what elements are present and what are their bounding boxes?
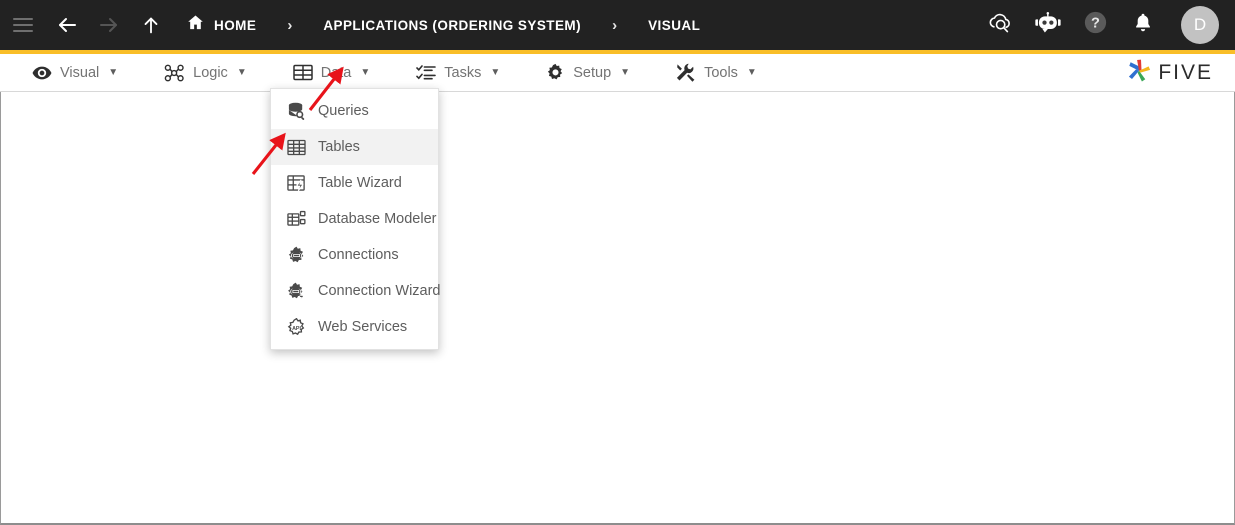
tools-icon xyxy=(676,63,696,82)
connection-gear-icon xyxy=(286,245,307,266)
five-brand-logo: FIVE xyxy=(1124,54,1213,92)
menu-item-web-services-label: Web Services xyxy=(318,319,407,335)
breadcrumb-separator-1: › xyxy=(287,17,292,34)
menu-item-tables-label: Tables xyxy=(318,139,360,155)
menu-data-label: Data xyxy=(321,65,352,81)
database-search-icon xyxy=(286,101,307,122)
chevron-down-icon: ▼ xyxy=(360,67,370,78)
data-dropdown-menu: Queries Tables xyxy=(270,88,439,350)
top-navigation-bar: HOME › APPLICATIONS (ORDERING SYSTEM) › … xyxy=(0,0,1235,50)
menu-visual[interactable]: Visual ▼ xyxy=(18,54,132,92)
menu-logic-label: Logic xyxy=(193,65,228,81)
connection-wizard-icon xyxy=(286,281,307,302)
help-icon: ? xyxy=(1083,10,1108,40)
table-grid-icon xyxy=(293,64,313,81)
menu-logic[interactable]: Logic ▼ xyxy=(150,54,261,92)
hamburger-menu-button[interactable] xyxy=(0,0,46,50)
menu-tasks-label: Tasks xyxy=(444,65,481,81)
menu-item-connection-wizard-label: Connection Wizard xyxy=(318,283,441,299)
menu-item-web-services[interactable]: API Web Services xyxy=(271,309,438,345)
home-icon xyxy=(186,13,205,37)
app-window: HOME › APPLICATIONS (ORDERING SYSTEM) › … xyxy=(0,0,1235,525)
up-button[interactable] xyxy=(130,0,172,50)
chevron-down-icon: ▼ xyxy=(490,67,500,78)
eye-icon xyxy=(32,65,52,81)
menu-item-database-modeler-label: Database Modeler xyxy=(318,211,437,227)
menu-item-table-wizard[interactable]: Table Wizard xyxy=(271,165,438,201)
cloud-search-icon xyxy=(986,10,1013,40)
bell-icon xyxy=(1132,11,1154,39)
menu-item-connections[interactable]: Connections xyxy=(271,237,438,273)
breadcrumb-item-applications[interactable]: APPLICATIONS (ORDERING SYSTEM) xyxy=(323,18,581,33)
five-wordmark: FIVE xyxy=(1158,61,1213,85)
five-pinwheel-icon xyxy=(1124,57,1154,90)
help-button[interactable]: ? xyxy=(1081,11,1109,39)
breadcrumb-item-visual[interactable]: VISUAL xyxy=(648,18,700,33)
menu-item-connections-label: Connections xyxy=(318,247,399,263)
menu-item-connection-wizard[interactable]: Connection Wizard xyxy=(271,273,438,309)
menu-tools[interactable]: Tools ▼ xyxy=(662,54,771,92)
menu-visual-label: Visual xyxy=(60,65,99,81)
breadcrumb: HOME › APPLICATIONS (ORDERING SYSTEM) › … xyxy=(186,0,700,50)
arrow-left-icon xyxy=(55,13,79,37)
application-menu-bar: Visual ▼ Logic ▼ xyxy=(0,54,1235,92)
menu-data[interactable]: Data ▼ xyxy=(279,54,385,92)
table-grid-icon xyxy=(286,137,307,158)
arrow-up-icon xyxy=(140,14,162,36)
gear-icon xyxy=(546,63,565,82)
chevron-down-icon: ▼ xyxy=(747,67,757,78)
breadcrumb-separator-2: › xyxy=(612,17,617,34)
back-button[interactable] xyxy=(46,0,88,50)
api-gear-icon: API xyxy=(286,317,307,338)
arrow-right-icon xyxy=(97,13,121,37)
notifications-button[interactable] xyxy=(1129,11,1157,39)
menu-item-tables[interactable]: Tables xyxy=(271,129,438,165)
menu-setup[interactable]: Setup ▼ xyxy=(532,54,644,92)
main-canvas-area xyxy=(0,92,1235,525)
menu-setup-label: Setup xyxy=(573,65,611,81)
top-bar-actions: ? D xyxy=(985,0,1219,50)
robot-chat-icon xyxy=(1034,12,1061,39)
menu-item-queries[interactable]: Queries xyxy=(271,93,438,129)
cloud-search-button[interactable] xyxy=(985,11,1013,39)
database-modeler-icon xyxy=(286,209,307,230)
chevron-down-icon: ▼ xyxy=(108,67,118,78)
logic-nodes-icon xyxy=(164,64,185,82)
user-avatar[interactable]: D xyxy=(1181,6,1219,44)
chevron-down-icon: ▼ xyxy=(620,67,630,78)
menu-item-queries-label: Queries xyxy=(318,103,369,119)
menu-tasks[interactable]: Tasks ▼ xyxy=(402,54,514,92)
menu-item-table-wizard-label: Table Wizard xyxy=(318,175,402,191)
ai-assistant-button[interactable] xyxy=(1033,11,1061,39)
forward-button[interactable] xyxy=(88,0,130,50)
chevron-down-icon: ▼ xyxy=(237,67,247,78)
svg-text:API: API xyxy=(292,325,301,331)
breadcrumb-item-home[interactable]: HOME xyxy=(214,18,256,33)
menu-tools-label: Tools xyxy=(704,65,738,81)
checklist-icon xyxy=(416,64,436,81)
svg-text:?: ? xyxy=(1091,15,1100,31)
table-wizard-icon xyxy=(286,173,307,194)
menu-item-database-modeler[interactable]: Database Modeler xyxy=(271,201,438,237)
hamburger-icon xyxy=(13,14,33,36)
